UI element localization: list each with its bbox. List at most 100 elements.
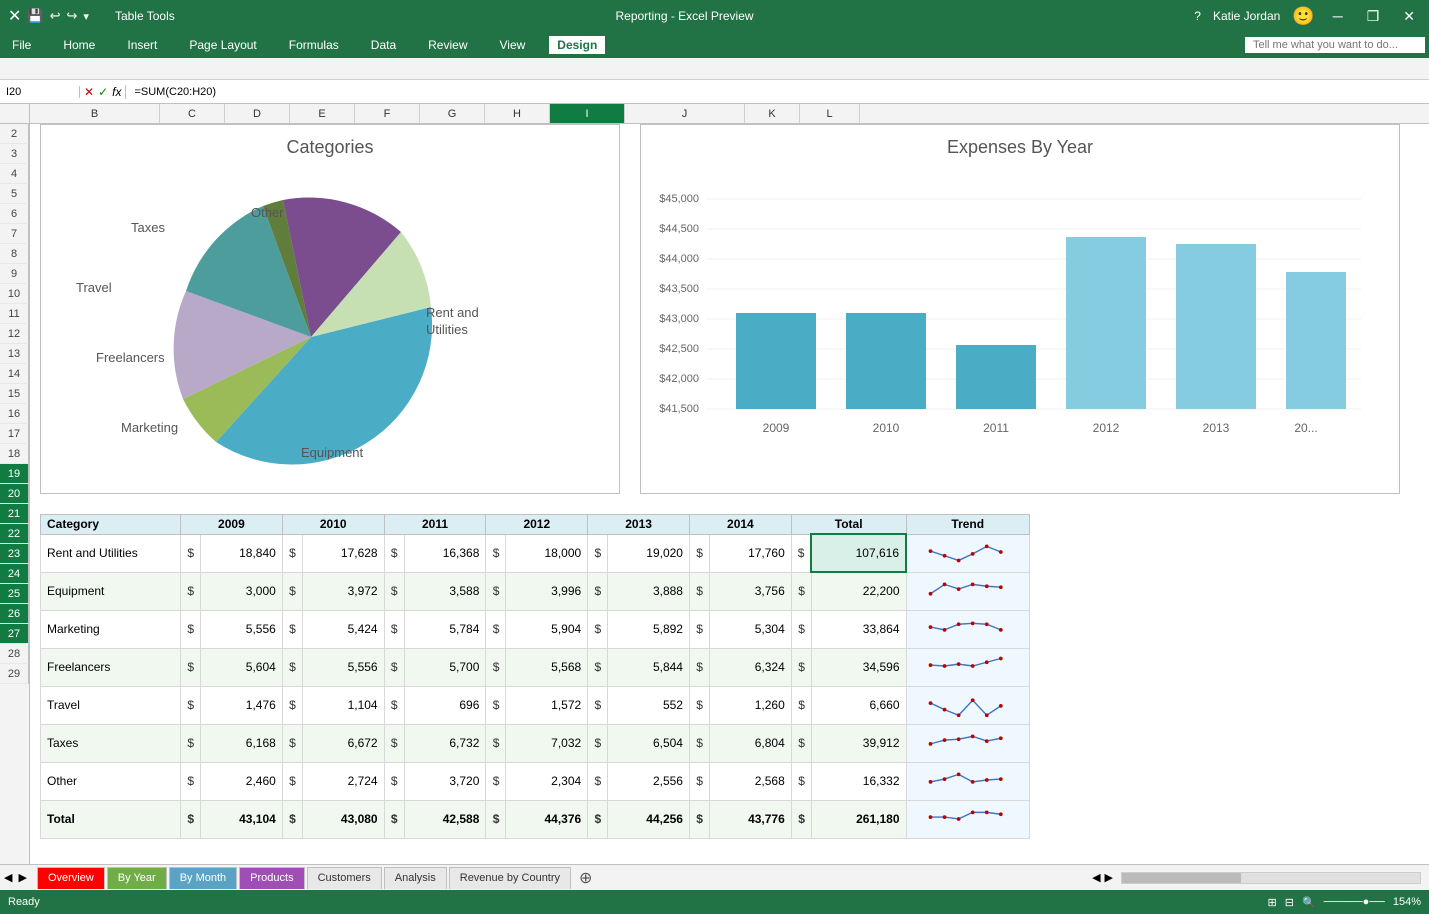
quick-access-more[interactable]: ▾ [83,10,89,23]
sheet-tab-byyear[interactable]: By Year [107,867,167,889]
cell-value[interactable]: 16,368 [404,534,486,572]
cell-value[interactable]: 44,256 [608,800,690,838]
win-close[interactable]: ✕ [1397,8,1421,25]
tab-data[interactable]: Data [363,36,404,54]
cell-value[interactable]: 6,168 [201,724,283,762]
tab-review[interactable]: Review [420,36,475,54]
page-layout-icon[interactable]: ⊞ [1268,896,1277,909]
cell-value[interactable]: 6,504 [608,724,690,762]
cell-value[interactable]: 5,568 [506,648,588,686]
cell-value[interactable]: 18,000 [506,534,588,572]
cell-value[interactable]: 5,784 [404,610,486,648]
cell-value[interactable]: 3,720 [404,762,486,800]
cell-value[interactable]: 3,996 [506,572,588,610]
cell-value[interactable]: 42,588 [404,800,486,838]
cell-value[interactable]: 552 [608,686,690,724]
table-row[interactable]: Total$43,104$43,080$42,588$44,376$44,256… [41,800,1030,838]
name-box[interactable]: I20 [0,86,80,98]
scroll-right-arrow[interactable]: ◀ [1092,871,1100,884]
tab-view[interactable]: View [492,36,534,54]
table-row[interactable]: Taxes$6,168$6,672$6,732$7,032$6,504$6,80… [41,724,1030,762]
cell-category[interactable]: Travel [41,686,181,724]
th-2014[interactable]: 2014 [689,515,791,535]
cell-category[interactable]: Rent and Utilities [41,534,181,572]
cell-value[interactable]: 5,892 [608,610,690,648]
page-break-icon[interactable]: ⊟ [1285,896,1294,909]
col-header-E[interactable]: E [290,104,355,123]
cell-total[interactable]: 34,596 [811,648,906,686]
formula-enter[interactable]: ✓ [98,85,108,99]
tab-formulas[interactable]: Formulas [281,36,347,54]
cell-value[interactable]: 44,376 [506,800,588,838]
cell-value[interactable]: 2,460 [201,762,283,800]
cell-total[interactable]: 107,616 [811,534,906,572]
cell-value[interactable]: 5,556 [201,610,283,648]
win-minimize[interactable]: ─ [1327,8,1349,24]
help-icon[interactable]: ? [1194,9,1201,23]
th-category[interactable]: Category [41,515,181,535]
cell-value[interactable]: 1,104 [302,686,384,724]
cell-value[interactable]: 3,972 [302,572,384,610]
cell-category[interactable]: Other [41,762,181,800]
th-2013[interactable]: 2013 [588,515,690,535]
cell-value[interactable]: 2,556 [608,762,690,800]
quick-access-redo[interactable]: ↪ [67,8,78,24]
quick-access-undo[interactable]: ↩ [50,8,61,24]
cell-total[interactable]: 6,660 [811,686,906,724]
col-header-D[interactable]: D [225,104,290,123]
tab-file[interactable]: File [4,36,39,54]
cell-total[interactable]: 39,912 [811,724,906,762]
th-2012[interactable]: 2012 [486,515,588,535]
cell-category[interactable]: Total [41,800,181,838]
cell-value[interactable]: 43,080 [302,800,384,838]
cell-value[interactable]: 7,032 [506,724,588,762]
cell-value[interactable]: 5,556 [302,648,384,686]
cell-category[interactable]: Freelancers [41,648,181,686]
th-2009[interactable]: 2009 [181,515,283,535]
scroll-right-arrow2[interactable]: ▶ [1105,871,1113,884]
cell-value[interactable]: 19,020 [608,534,690,572]
formula-fx[interactable]: fx [112,85,121,99]
col-header-B[interactable]: B [30,104,160,123]
cell-value[interactable]: 6,732 [404,724,486,762]
cell-value[interactable]: 5,604 [201,648,283,686]
cell-value[interactable]: 5,844 [608,648,690,686]
col-header-F[interactable]: F [355,104,420,123]
cell-value[interactable]: 5,304 [709,610,791,648]
col-header-G[interactable]: G [420,104,485,123]
cell-total[interactable]: 16,332 [811,762,906,800]
table-row[interactable]: Rent and Utilities$18,840$17,628$16,368$… [41,534,1030,572]
cell-value[interactable]: 18,840 [201,534,283,572]
cell-category[interactable]: Marketing [41,610,181,648]
cell-category[interactable]: Equipment [41,572,181,610]
cell-value[interactable]: 6,672 [302,724,384,762]
scroll-sheets-left[interactable]: ◀ [4,871,12,884]
quick-access-save[interactable]: 💾 [27,8,43,24]
cell-value[interactable]: 17,760 [709,534,791,572]
cell-value[interactable]: 696 [404,686,486,724]
cell-value[interactable]: 6,324 [709,648,791,686]
cell-value[interactable]: 2,568 [709,762,791,800]
col-header-K[interactable]: K [745,104,800,123]
cell-value[interactable]: 5,904 [506,610,588,648]
cell-total[interactable]: 33,864 [811,610,906,648]
formula-cancel[interactable]: ✕ [84,85,94,99]
cell-value[interactable]: 43,104 [201,800,283,838]
cell-value[interactable]: 2,304 [506,762,588,800]
col-header-J[interactable]: J [625,104,745,123]
sheet-tab-products[interactable]: Products [239,867,304,889]
cell-total[interactable]: 261,180 [811,800,906,838]
cell-value[interactable]: 2,724 [302,762,384,800]
table-row[interactable]: Equipment$3,000$3,972$3,588$3,996$3,888$… [41,572,1030,610]
col-header-C[interactable]: C [160,104,225,123]
add-sheet-button[interactable]: ⊕ [573,868,598,888]
zoom-slider[interactable]: ─────●── [1324,896,1385,908]
sheet-tab-revenue[interactable]: Revenue by Country [449,867,571,889]
tab-insert[interactable]: Insert [119,36,165,54]
th-2011[interactable]: 2011 [384,515,486,535]
cell-value[interactable]: 3,756 [709,572,791,610]
zoom-in-icon[interactable]: 🔍 [1302,896,1316,909]
cell-value[interactable]: 1,572 [506,686,588,724]
col-header-H[interactable]: H [485,104,550,123]
cell-value[interactable]: 17,628 [302,534,384,572]
